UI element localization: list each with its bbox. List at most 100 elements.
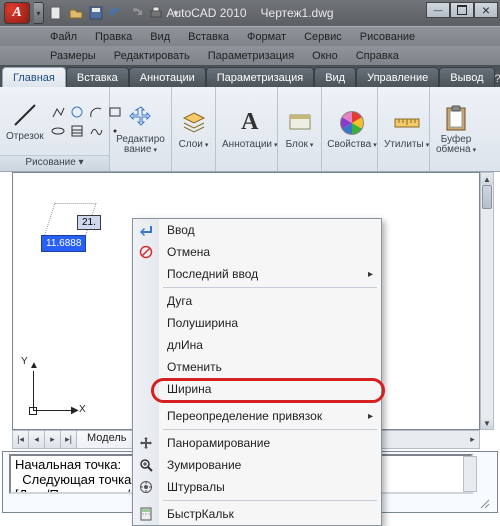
ribbon-group-util: Утилиты bbox=[378, 87, 430, 171]
menu-окно[interactable]: Окно bbox=[304, 48, 346, 64]
menu-вид[interactable]: Вид bbox=[142, 29, 178, 45]
layers-icon bbox=[179, 108, 209, 138]
ribbon: Отрезок Рисование ▾ Редактиро вание bbox=[0, 87, 500, 172]
ellipse-icon[interactable] bbox=[50, 122, 67, 139]
document-name: Чертеж1.dwg bbox=[261, 6, 334, 20]
context-item[interactable]: Отменить bbox=[133, 356, 381, 378]
clipboard-icon bbox=[441, 103, 471, 133]
circle-icon[interactable] bbox=[69, 103, 86, 120]
annot-label: Аннотации bbox=[222, 140, 278, 151]
layout-nav: |◂ ◂ ▸ ▸| bbox=[13, 431, 77, 448]
layout-nav-next[interactable]: ▸ bbox=[45, 431, 61, 448]
menu-рисование[interactable]: Рисование bbox=[352, 29, 423, 45]
context-item-label: длИна bbox=[159, 338, 381, 352]
blank-icon bbox=[133, 405, 159, 427]
dimension-value-2[interactable]: 11.6888 bbox=[41, 235, 86, 252]
context-item-label: Зумирование bbox=[159, 458, 381, 472]
group-title-draw[interactable]: Рисование ▾ bbox=[0, 155, 109, 171]
context-item[interactable]: длИна bbox=[133, 334, 381, 356]
edit-button[interactable]: Редактиро вание bbox=[116, 99, 165, 159]
ribbon-tab-4[interactable]: Вид bbox=[314, 67, 356, 87]
context-item-label: Отмена bbox=[159, 245, 381, 259]
help-icon[interactable]: ? bbox=[495, 73, 500, 87]
context-item[interactable]: Отмена bbox=[133, 241, 381, 263]
context-item[interactable]: Дуга bbox=[133, 290, 381, 312]
context-item[interactable]: Последний ввод bbox=[133, 263, 381, 285]
menu-размеры[interactable]: Размеры bbox=[42, 48, 104, 64]
context-item[interactable]: Ввод bbox=[133, 219, 381, 241]
ribbon-tab-5[interactable]: Управление bbox=[356, 67, 439, 87]
menu-правка[interactable]: Правка bbox=[87, 29, 140, 45]
menu-справка[interactable]: Справка bbox=[348, 48, 407, 64]
hatch-icon[interactable] bbox=[69, 122, 86, 139]
print-icon[interactable] bbox=[148, 5, 164, 21]
ribbon-group-block: Блок bbox=[278, 87, 322, 171]
app-menu-dropdown[interactable] bbox=[34, 2, 44, 24]
context-item-label: Ввод bbox=[159, 223, 381, 237]
window-title: AutoCAD 2010 Чертеж1.dwg bbox=[166, 6, 333, 20]
tab-model[interactable]: Модель bbox=[77, 431, 137, 448]
redo-icon[interactable] bbox=[128, 5, 144, 21]
context-item-label: Последний ввод bbox=[159, 267, 381, 281]
util-button[interactable]: Утилиты bbox=[384, 99, 429, 159]
ribbon-tab-0[interactable]: Главная bbox=[2, 67, 66, 87]
ribbon-tab-2[interactable]: Аннотации bbox=[129, 67, 206, 87]
command-grip[interactable] bbox=[475, 454, 495, 510]
ribbon-tab-3[interactable]: Параметризация bbox=[206, 67, 314, 87]
scroll-up-button[interactable]: ▲ bbox=[481, 173, 493, 185]
undo-icon[interactable] bbox=[108, 5, 124, 21]
menu-формат[interactable]: Формат bbox=[239, 29, 294, 45]
context-item[interactable]: Ширина bbox=[133, 378, 381, 400]
context-item[interactable]: Зумирование bbox=[133, 454, 381, 476]
text-icon: A bbox=[235, 108, 265, 138]
open-icon[interactable] bbox=[68, 5, 84, 21]
zoom-icon bbox=[133, 454, 159, 476]
layout-nav-last[interactable]: ▸| bbox=[61, 431, 77, 448]
context-item[interactable]: БыстрКальк bbox=[133, 503, 381, 525]
layout-nav-first[interactable]: |◂ bbox=[13, 431, 29, 448]
block-button[interactable]: Блок bbox=[284, 99, 315, 159]
menu-файл[interactable]: Файл bbox=[42, 29, 85, 45]
context-item[interactable]: Переопределение привязок bbox=[133, 405, 381, 427]
color-wheel-icon bbox=[337, 108, 367, 138]
context-item[interactable]: Полуширина bbox=[133, 312, 381, 334]
layout-nav-prev[interactable]: ◂ bbox=[29, 431, 45, 448]
ribbon-group-clip: Буфер обмена bbox=[430, 87, 482, 171]
menu-вставка[interactable]: Вставка bbox=[180, 29, 237, 45]
menu-bar-2: РазмерыРедактироватьПараметризацияОкноСп… bbox=[0, 46, 500, 66]
app-menu-button[interactable] bbox=[4, 2, 30, 24]
x-axis-label: X bbox=[79, 404, 86, 415]
y-axis-label: Y bbox=[21, 356, 28, 367]
layers-label: Слои bbox=[179, 140, 209, 151]
minimize-button[interactable] bbox=[426, 2, 450, 18]
spline-icon[interactable] bbox=[88, 122, 105, 139]
blank-icon bbox=[133, 290, 159, 312]
measure-icon bbox=[392, 108, 422, 138]
save-icon[interactable] bbox=[88, 5, 104, 21]
close-button[interactable] bbox=[474, 2, 498, 18]
scroll-thumb[interactable] bbox=[482, 185, 492, 209]
context-item[interactable]: Панорамирование bbox=[133, 432, 381, 454]
maximize-button[interactable] bbox=[450, 2, 474, 18]
ribbon-group-draw: Отрезок Рисование ▾ bbox=[0, 87, 110, 171]
polyline-icon[interactable] bbox=[50, 103, 67, 120]
line-button[interactable]: Отрезок bbox=[6, 91, 44, 151]
cancel-icon bbox=[133, 241, 159, 263]
menu-сервис[interactable]: Сервис bbox=[296, 29, 350, 45]
vertical-scrollbar[interactable]: ▲ ▼ bbox=[480, 172, 494, 430]
context-item-label: Панорамирование bbox=[159, 436, 381, 450]
annot-button[interactable]: A Аннотации bbox=[222, 99, 278, 159]
blank-icon bbox=[133, 263, 159, 285]
arc-icon[interactable] bbox=[88, 103, 105, 120]
scroll-down-button[interactable]: ▼ bbox=[481, 417, 493, 429]
menu-параметризация[interactable]: Параметризация bbox=[200, 48, 302, 64]
props-button[interactable]: Свойства bbox=[328, 99, 376, 159]
menu-редактировать[interactable]: Редактировать bbox=[106, 48, 198, 64]
context-item[interactable]: Штурвалы bbox=[133, 476, 381, 498]
ribbon-tab-1[interactable]: Вставка bbox=[66, 67, 129, 87]
clipboard-button[interactable]: Буфер обмена bbox=[436, 99, 476, 159]
new-icon[interactable] bbox=[48, 5, 64, 21]
ribbon-tab-6[interactable]: Вывод bbox=[439, 67, 494, 87]
enter-icon bbox=[133, 219, 159, 241]
layers-button[interactable]: Слои bbox=[178, 99, 209, 159]
